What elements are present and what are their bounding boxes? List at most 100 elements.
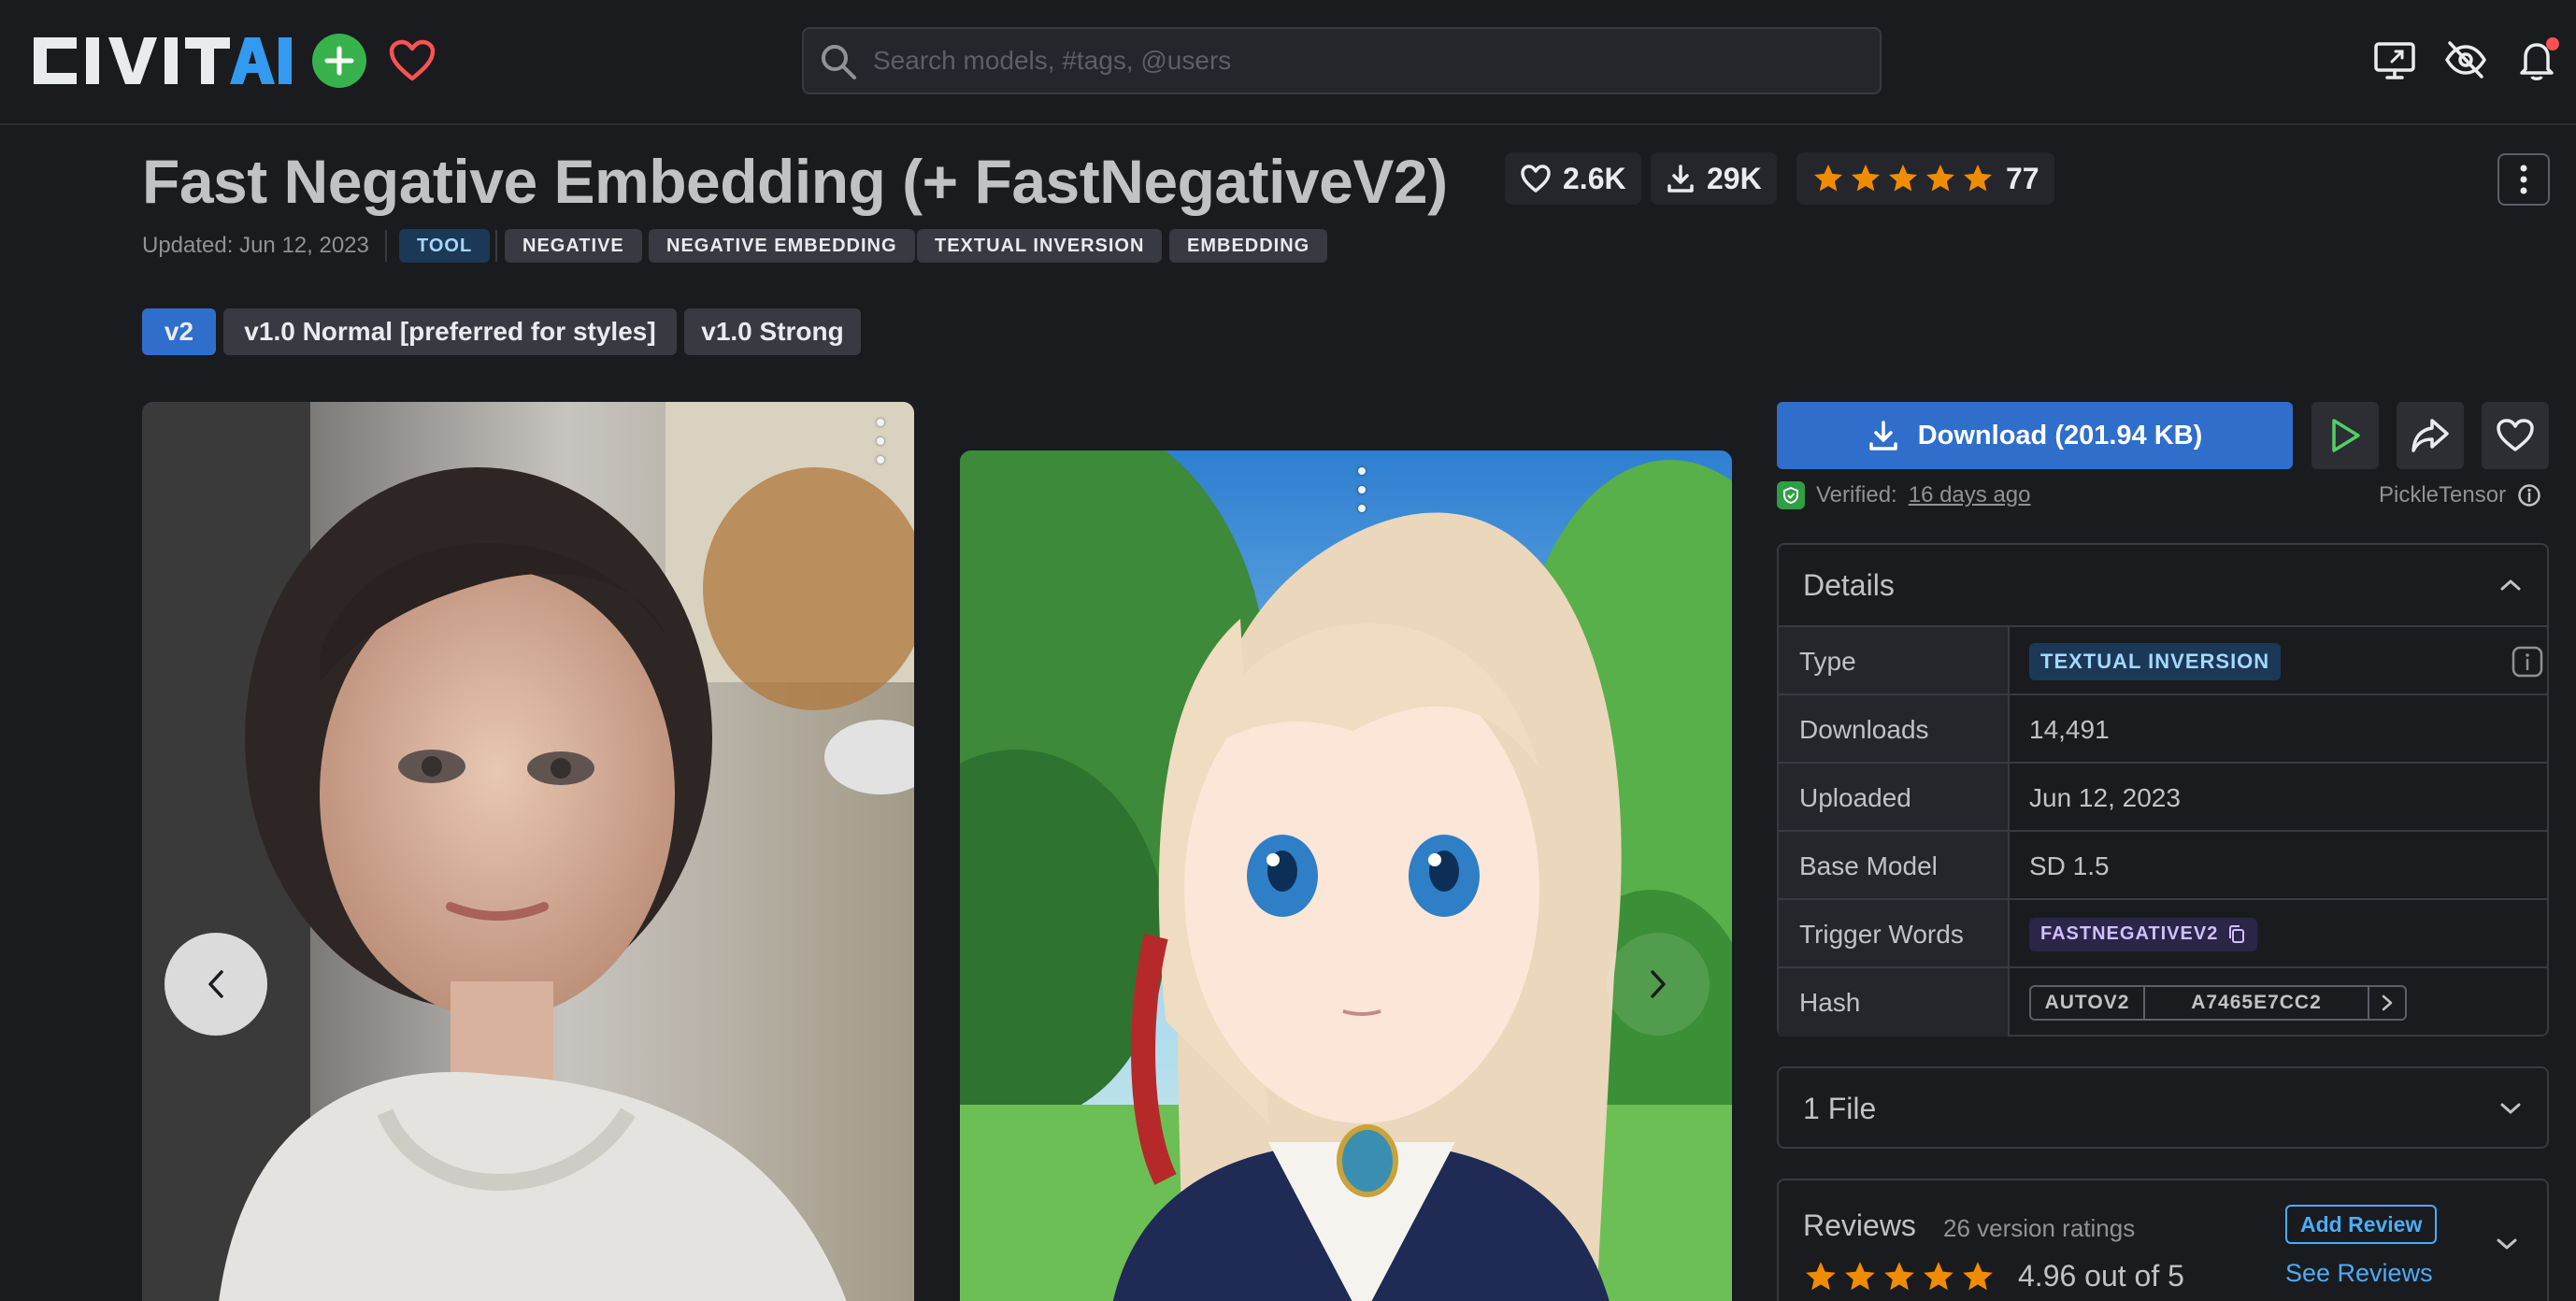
notifications-button[interactable]: [2514, 37, 2559, 82]
reviews-panel: Reviews 26 version ratings 4.96 out of 5…: [1777, 1179, 2549, 1301]
star-icon: [1926, 164, 1954, 192]
likes-stat[interactable]: 2.6K: [1505, 152, 1641, 205]
gallery-image-anime[interactable]: [960, 450, 1732, 1301]
model-menu-button[interactable]: [2497, 153, 2550, 206]
rating-stars: [1811, 162, 1995, 195]
notification-dot: [2546, 37, 2559, 50]
vertical-dots-icon: [2520, 164, 2527, 194]
detail-row-base-model: Base Model SD 1.5: [1779, 830, 2547, 900]
version-tab-v2[interactable]: v2: [142, 308, 216, 355]
detail-value: SD 1.5: [2029, 851, 2110, 880]
type-badge: TEXTUAL INVERSION: [2029, 642, 2282, 680]
files-panel[interactable]: 1 File: [1777, 1066, 2549, 1149]
scan-info[interactable]: PickleTensor: [2379, 480, 2541, 510]
image-options-button[interactable]: [1352, 467, 1371, 512]
chevron-right-icon: [1651, 970, 1666, 998]
heart-outline-icon: [1521, 164, 1551, 193]
heart-icon: [389, 39, 436, 81]
chevron-up-icon: [2500, 579, 2521, 591]
share-button[interactable]: [2397, 402, 2464, 469]
tag-embedding[interactable]: EMBEDDING: [1169, 229, 1328, 263]
create-button[interactable]: [312, 34, 366, 88]
star-icon: [1814, 164, 1842, 192]
add-review-button[interactable]: Add Review: [2285, 1205, 2438, 1244]
star-icon: [1884, 1262, 1914, 1291]
version-tab-v1-strong[interactable]: v1.0 Strong: [684, 308, 861, 355]
download-button[interactable]: Download (201.94 KB): [1777, 402, 2293, 469]
verified-label: Verified:: [1816, 482, 1897, 508]
details-header[interactable]: Details: [1779, 545, 2547, 625]
version-tab-v1-normal[interactable]: v1.0 Normal [preferred for styles]: [223, 308, 677, 355]
star-icon: [1889, 164, 1917, 192]
reviews-stars: [1803, 1259, 1996, 1294]
detail-row-downloads: Downloads 14,491: [1779, 693, 2547, 764]
support-heart-button[interactable]: [385, 34, 439, 88]
info-icon[interactable]: [2512, 646, 2543, 678]
tag-negative[interactable]: NEGATIVE: [505, 229, 642, 263]
carousel-prev-button[interactable]: [165, 933, 267, 1036]
run-model-button[interactable]: [2311, 402, 2379, 469]
detail-row-type: Type TEXTUAL INVERSION: [1779, 625, 2547, 695]
rating-count: 77: [2006, 161, 2039, 195]
monitor-icon: [2374, 42, 2415, 79]
play-icon: [2332, 419, 2360, 452]
rating-stat[interactable]: 77: [1796, 152, 2054, 205]
display-settings-button[interactable]: [2372, 37, 2417, 82]
files-header[interactable]: 1 File: [1779, 1068, 2547, 1149]
details-title: Details: [1803, 567, 1895, 602]
reviews-title: Reviews: [1803, 1208, 1916, 1242]
heart-icon: [2497, 419, 2534, 451]
detail-label: Uploaded: [1779, 764, 2010, 832]
search-box[interactable]: [802, 27, 1882, 94]
details-panel: Details Type TEXTUAL INVERSION Downloads…: [1777, 543, 2549, 1037]
star-icon: [1852, 164, 1880, 192]
download-label: Download (201.94 KB): [1917, 420, 2203, 450]
favorite-button[interactable]: [2482, 402, 2549, 469]
hide-nsfw-button[interactable]: [2443, 37, 2488, 82]
tag-textual-inversion[interactable]: TEXTUAL INVERSION: [917, 229, 1163, 263]
share-icon: [2411, 419, 2449, 452]
hash-next-button[interactable]: [2369, 987, 2405, 1019]
detail-value: Jun 12, 2023: [2029, 782, 2181, 812]
gallery-image-portrait[interactable]: [142, 402, 914, 1301]
search-input[interactable]: [873, 29, 1864, 93]
verified-time-link[interactable]: 16 days ago: [1909, 482, 2031, 508]
image-options-button[interactable]: [871, 419, 890, 464]
top-navbar: [0, 0, 2576, 125]
copy-icon: [2229, 924, 2245, 943]
divider: [385, 230, 387, 262]
reviews-count: 26 version ratings: [1943, 1214, 2136, 1242]
see-reviews-link[interactable]: See Reviews: [2285, 1259, 2433, 1288]
carousel-next-button[interactable]: [1607, 933, 1710, 1036]
plus-icon: [324, 46, 354, 76]
detail-label: Type: [1779, 627, 2010, 695]
downloads-stat: 29K: [1651, 152, 1777, 205]
tag-negative-embedding[interactable]: NEGATIVE EMBEDDING: [649, 229, 915, 263]
chevron-down-icon: [2500, 1103, 2521, 1114]
divider: [495, 230, 497, 262]
detail-row-uploaded: Uploaded Jun 12, 2023: [1779, 762, 2547, 832]
scanner-name: PickleTensor: [2379, 482, 2507, 508]
chevron-right-icon: [2382, 994, 2393, 1010]
chevron-down-icon[interactable]: [2495, 1237, 2519, 1251]
likes-count: 2.6K: [1563, 161, 1626, 195]
detail-label: Trigger Words: [1779, 900, 2010, 968]
downloads-count: 29K: [1707, 161, 1762, 195]
hash-box[interactable]: AUTOV2 A7465E7CC2: [2029, 984, 2407, 1021]
eye-off-icon: [2444, 41, 2487, 79]
search-icon: [822, 45, 856, 79]
files-title: 1 File: [1803, 1091, 1877, 1125]
info-icon: [2518, 484, 2540, 507]
hash-type[interactable]: AUTOV2: [2031, 986, 2145, 1019]
detail-value: 14,491: [2029, 714, 2110, 744]
shield-check-icon: [1777, 481, 1805, 509]
hash-value[interactable]: A7465E7CC2: [2145, 986, 2369, 1019]
model-title: Fast Negative Embedding (+ FastNegativeV…: [142, 147, 1448, 216]
civitai-logo[interactable]: [32, 34, 293, 88]
star-icon: [1806, 1262, 1836, 1291]
star-icon: [1924, 1262, 1953, 1291]
verified-status: Verified: 16 days ago: [1777, 480, 2031, 510]
star-icon: [1963, 1262, 1993, 1291]
trigger-word-badge[interactable]: FASTNEGATIVEV2: [2029, 917, 2258, 951]
tag-tool[interactable]: TOOL: [399, 229, 491, 263]
